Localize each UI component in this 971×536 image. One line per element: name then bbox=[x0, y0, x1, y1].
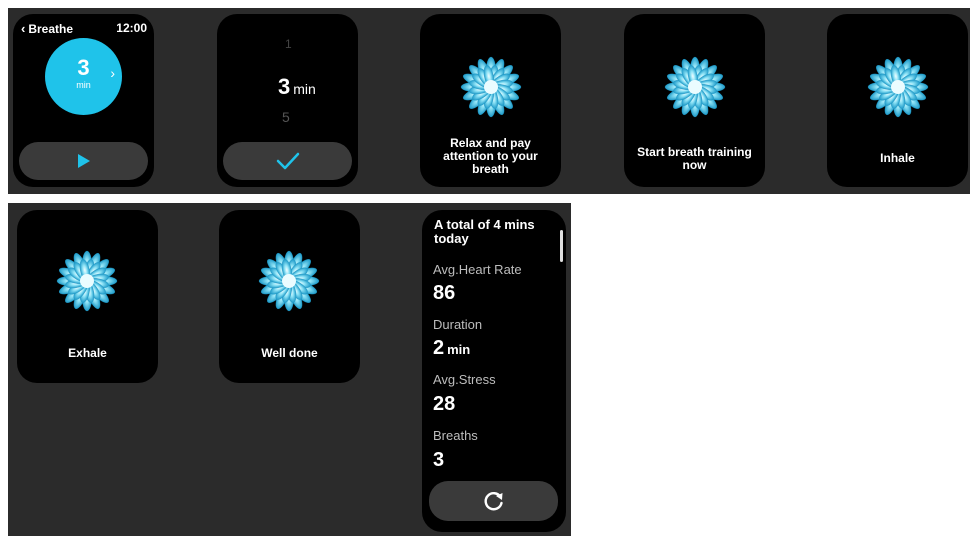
duration-circle-button[interactable]: 3 min › bbox=[45, 38, 122, 115]
back-label: Breathe bbox=[28, 21, 74, 36]
inhale-caption: Inhale bbox=[880, 151, 915, 165]
heart-rate-value: 86 bbox=[433, 282, 456, 304]
watch-screen-exhale: Exhale bbox=[17, 210, 158, 383]
watch-screen-start-training: Start breath training now bbox=[624, 14, 765, 187]
picker-current[interactable]: 3 min bbox=[278, 74, 316, 100]
duration-value-row: 2 min bbox=[433, 337, 470, 360]
watch-screen-picker: 1 3 min 5 bbox=[217, 14, 358, 187]
picker-value: 3 bbox=[278, 74, 291, 99]
duration-value: 2 bbox=[433, 337, 445, 359]
heart-rate-label: Avg.Heart Rate bbox=[433, 262, 522, 277]
watch-screen-well-done: Well done bbox=[219, 210, 360, 383]
refresh-icon bbox=[484, 492, 503, 511]
summary-title: A total of 4 mins today bbox=[434, 217, 535, 246]
watch-screen-start: ‹ Breathe 12:00 3 min › bbox=[13, 14, 154, 187]
confirm-button[interactable] bbox=[223, 142, 352, 180]
well-done-caption: Well done bbox=[261, 346, 318, 360]
clock-time: 12:00 bbox=[116, 21, 147, 35]
back-button[interactable]: ‹ Breathe bbox=[21, 21, 73, 36]
exhale-caption: Exhale bbox=[68, 346, 107, 360]
watch-screen-summary: A total of 4 mins today Avg.Heart Rate 8… bbox=[422, 210, 566, 532]
flower-icon bbox=[867, 56, 929, 118]
watch-screen-relax: Relax and pay attention to your breath bbox=[420, 14, 561, 187]
play-icon bbox=[77, 154, 90, 168]
flower-icon bbox=[56, 250, 118, 312]
breaths-value: 3 bbox=[433, 449, 445, 471]
flower-icon bbox=[460, 56, 522, 118]
flower-icon bbox=[258, 250, 320, 312]
stress-label: Avg.Stress bbox=[433, 372, 496, 387]
duration-label: Duration bbox=[433, 317, 483, 332]
relax-caption: Relax and pay attention to your breath bbox=[443, 136, 538, 176]
start-button[interactable] bbox=[19, 142, 148, 180]
watch-screen-inhale: Inhale bbox=[827, 14, 968, 187]
chevron-left-icon: ‹ bbox=[21, 21, 26, 36]
stress-value: 28 bbox=[433, 393, 456, 415]
check-icon bbox=[276, 152, 299, 170]
duration-unit: min bbox=[76, 80, 91, 90]
flower-icon bbox=[664, 56, 726, 118]
duration-unit: min bbox=[447, 342, 471, 357]
picker-unit: min bbox=[293, 81, 316, 97]
picker-value-below: 5 bbox=[282, 109, 290, 125]
picker-value-above: 1 bbox=[285, 37, 292, 51]
restart-button[interactable] bbox=[429, 481, 558, 521]
breaths-label: Breaths bbox=[433, 428, 478, 443]
start-training-caption: Start breath training now bbox=[637, 145, 752, 172]
chevron-right-icon: › bbox=[110, 65, 115, 81]
scrollbar[interactable] bbox=[560, 230, 563, 262]
